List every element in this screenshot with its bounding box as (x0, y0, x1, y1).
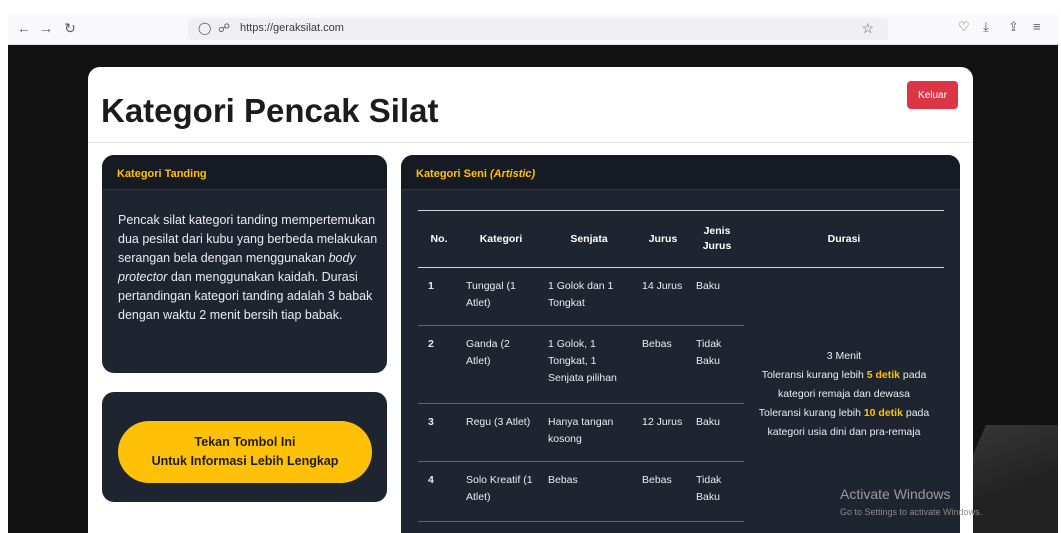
cell-no: 1 (418, 267, 460, 326)
more-info-line2: Untuk Informasi Lebih Lengkap (151, 454, 339, 468)
more-info-line1: Tekan Tombol Ini (194, 435, 296, 449)
cell-senjata: 1 Golok, 1 Tongkat, 1 Senjata pilihan (542, 325, 636, 404)
table-row: 1 Tunggal (1 Atlet) 1 Golok dan 1 Tongka… (418, 267, 944, 438)
durasi-highlight-10-detik: 10 detik (863, 407, 903, 420)
tanding-header: Kategori Tanding (102, 155, 387, 190)
seni-header: Kategori Seni (Artistic) (401, 155, 960, 190)
cell-no: 2 (418, 325, 460, 404)
durasi-line1: 3 Menit (826, 350, 862, 363)
activation-watermark: Activate Windows Go to Settings to activ… (840, 485, 982, 521)
durasi-highlight-5-detik: 5 detik (866, 369, 901, 382)
seni-header-emphasis: (Artistic) (489, 168, 536, 180)
cell-no: 4 (418, 461, 460, 522)
cell-jenis-jurus: Tidak Baku (690, 461, 744, 522)
cell-kategori: Ganda (2 Atlet) (460, 325, 542, 404)
column-header-durasi: Durasi (744, 210, 944, 268)
lock-icon[interactable]: ☍ (218, 21, 230, 35)
cell-jurus: Bebas (636, 325, 690, 404)
back-arrow-icon[interactable]: ← (16, 20, 32, 36)
header-divider (88, 142, 973, 143)
column-header-senjata: Senjata (542, 210, 636, 268)
cell-senjata: Hanya tangan kosong (542, 403, 636, 462)
seni-panel: Kategori Seni (Artistic) No. Kategori Se… (401, 155, 960, 533)
cell-jurus: 14 Jurus (636, 267, 690, 326)
shield-icon[interactable]: ◯ (198, 21, 211, 35)
column-header-no: No. (418, 210, 460, 268)
top-strip (0, 0, 1061, 14)
more-info-button[interactable]: Tekan Tombol Ini Untuk Informasi Lebih L… (118, 421, 372, 483)
watermark-subtitle: Go to Settings to activate Windows. (840, 507, 983, 517)
column-header-jenis-jurus: Jenis Jurus (690, 210, 744, 268)
address-bar[interactable]: ◯ ☍ https://geraksilat.com ☆ (188, 18, 888, 40)
column-header-kategori: Kategori (460, 210, 542, 268)
star-icon[interactable]: ☆ (861, 20, 874, 37)
page-title: Kategori Pencak Silat (101, 92, 439, 129)
url-text[interactable]: https://geraksilat.com (240, 22, 344, 34)
info-panel: Tekan Tombol Ini Untuk Informasi Lebih L… (102, 392, 387, 502)
cell-no: 3 (418, 403, 460, 462)
download-icon[interactable]: ⤓ (983, 19, 989, 35)
durasi-tolerance-1-text: Toleransi kurang lebih (761, 369, 867, 382)
cell-kategori: Tunggal (1 Atlet) (460, 267, 542, 326)
main-card: Kategori Pencak Silat Keluar Kategori Ta… (88, 67, 973, 533)
column-header-jurus: Jurus (636, 210, 690, 268)
cell-senjata: 1 Golok dan 1 Tongkat (542, 267, 636, 326)
cell-jenis-jurus: Baku (690, 403, 744, 462)
cell-jurus: 12 Jurus (636, 403, 690, 462)
page-viewport: Kategori Pencak Silat Keluar Kategori Ta… (8, 45, 1058, 533)
watermark-title: Activate Windows (840, 486, 951, 502)
tanding-panel: Kategori Tanding Pencak silat kategori t… (102, 155, 387, 373)
cell-jenis-jurus: Tidak Baku (690, 325, 744, 404)
cell-durasi: 3 Menit Toleransi kurang lebih 5 detik p… (744, 268, 944, 522)
reload-icon[interactable]: ↻ (62, 20, 78, 37)
cell-senjata: Bebas (542, 461, 636, 522)
share-icon[interactable]: ⇪ (1008, 19, 1019, 35)
browser-toolbar: ← → ↻ ◯ ☍ https://geraksilat.com ☆ ♡ ⤓ ⇪… (8, 14, 1058, 45)
pocket-icon[interactable]: ♡ (958, 19, 970, 35)
cell-jenis-jurus: Baku (690, 267, 744, 326)
logout-button[interactable]: Keluar (907, 81, 958, 109)
seni-table: No. Kategori Senjata Jurus Jenis Jurus D… (418, 210, 944, 522)
seni-header-text: Kategori Seni (416, 168, 490, 180)
cell-kategori: Regu (3 Atlet) (460, 403, 542, 462)
durasi-tolerance-2-text: Toleransi kurang lebih (758, 407, 864, 420)
cell-jurus: Bebas (636, 461, 690, 522)
menu-icon[interactable]: ≡ (1033, 19, 1041, 34)
tanding-description: Pencak silat kategori tanding mempertemu… (118, 211, 378, 325)
table-header-row: No. Kategori Senjata Jurus Jenis Jurus D… (418, 210, 944, 268)
forward-arrow-icon[interactable]: → (38, 20, 54, 36)
cell-kategori: Solo Kreatif (1 Atlet) (460, 461, 542, 522)
